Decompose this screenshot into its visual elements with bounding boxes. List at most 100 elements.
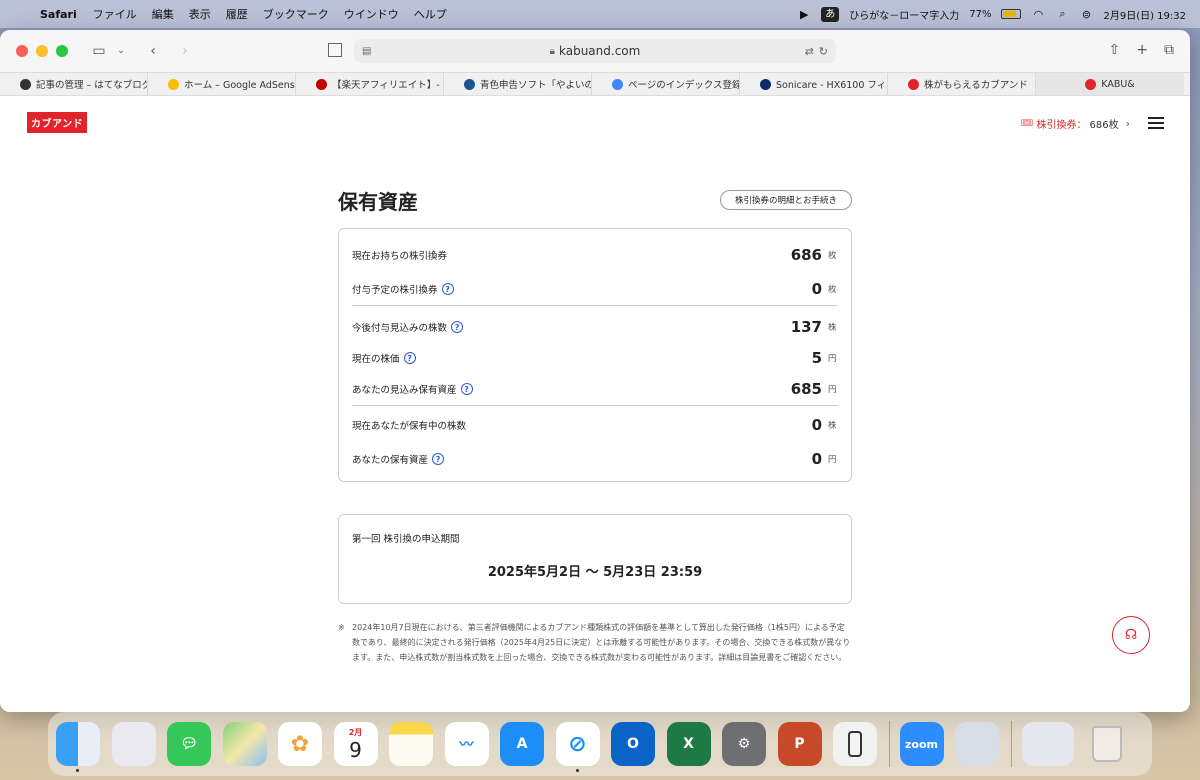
ime-badge[interactable]: あ [821,6,840,22]
launchpad-icon[interactable] [111,722,156,766]
powerpoint-icon[interactable]: P [777,722,822,766]
control-center-icon[interactable]: ⊜ [1079,8,1093,21]
page-menu-icon[interactable]: ▤ [362,46,371,57]
browser-toolbar: ▭ ⌄ ‹ › ▤ 🔒︎ kabuand.com ⇄ ↻ ⇧ + ⧉ [0,30,1190,72]
hamburger-menu-icon[interactable] [1148,114,1164,132]
dock: 💬︎ ✿ 2月 9 〰 A ⊘ O X ⚙︎ P zoom [48,712,1152,776]
favicon-icon [1085,78,1097,90]
favicon-icon [760,78,771,90]
url-text[interactable]: kabuand.com [559,44,640,58]
preview-icon[interactable] [955,722,999,766]
new-tab-icon[interactable]: + [1136,42,1148,58]
page-title: 保有資産 [338,190,418,214]
bookmark-item[interactable]: 青色申告ソフト「やよいの… [444,73,592,95]
zoom-icon[interactable]: zoom [899,722,944,766]
sidebar-icon[interactable]: ▭ [90,43,108,59]
menu-history[interactable]: 履歴 [226,6,248,22]
bookmark-label: ホーム – Google AdSense [184,80,296,91]
play-circle-icon[interactable]: ▶ [797,8,811,21]
search-icon[interactable]: ⌕ [1055,7,1069,20]
reload-icon[interactable]: ↻ [819,45,828,58]
photos-icon[interactable]: ✿ [278,722,322,766]
outlook-icon[interactable]: O [611,722,655,766]
calendar-icon[interactable]: 2月 9 [333,722,378,766]
asset-row: 付与予定の株引換券? 0 枚 [352,275,838,303]
safari-icon[interactable]: ⊘ [555,722,600,772]
address-bar[interactable]: ▤ 🔒︎ kabuand.com ⇄ ↻ [354,39,836,63]
help-icon[interactable]: ? [403,352,416,364]
tab-label: KABU& [1101,78,1135,90]
help-icon[interactable]: ? [441,283,454,295]
menu-window[interactable]: ウインドウ [344,6,399,22]
menu-view[interactable]: 表示 [189,6,211,22]
divider [352,405,838,406]
bookmark-item[interactable]: 【楽天アフィリエイト】- レ… [296,73,444,95]
tab-kabuand[interactable]: KABU& [1036,73,1184,95]
wifi-icon[interactable]: ◠ [1031,8,1045,21]
minimize-window-button[interactable] [36,45,48,57]
asset-row: あなたの保有資産? 0 円 [352,445,838,473]
chevron-down-icon[interactable]: ⌄ [112,46,130,56]
application-period-card: 第一回 株引換の申込期間 2025年5月2日 〜 5月23日 23:59 [338,514,852,604]
asset-row-value: 5 [811,349,822,367]
divider [352,305,838,306]
zoom-window-button[interactable] [56,45,68,57]
asset-row-unit: 株 [828,421,837,431]
translate-icon[interactable]: ⇄ [805,45,814,58]
asset-row-label: 現在の株価 [352,354,400,365]
menu-app-name[interactable]: Safari [40,8,77,21]
asset-row-unit: 円 [828,385,837,395]
menu-file[interactable]: ファイル [93,6,137,22]
freeform-icon[interactable]: 〰 [444,722,489,766]
menu-bookmarks[interactable]: ブックマーク [263,6,329,22]
menu-edit[interactable]: 編集 [152,6,174,22]
ime-label[interactable]: ひらがな－ローマ字入力 [849,7,959,22]
footnote: ※ 2024年10月7日現在における、第三者評価機関によるカブアンド種類株式の評… [338,620,852,665]
calendar-day: 9 [349,737,362,762]
iphone-mirroring-icon[interactable] [833,722,877,766]
menu-help[interactable]: ヘルプ [414,6,447,22]
maps-icon[interactable] [222,722,267,766]
asset-row-label: 現在あなたが保有中の株数 [352,421,467,432]
tab-overview-icon[interactable]: ⧉ [1164,42,1174,58]
trash-icon[interactable] [1085,722,1129,766]
close-window-button[interactable] [16,45,28,57]
help-icon[interactable]: ? [432,453,445,465]
coupon-count-link[interactable]: 🎟︎ 株引換券： 686枚 › [1021,116,1130,131]
dock-separator-2 [1010,721,1012,767]
help-icon[interactable]: ? [460,383,473,395]
bookmark-label: 【楽天アフィリエイト】- レ… [332,80,443,91]
help-icon[interactable]: ? [451,321,464,333]
site-logo[interactable]: カブアンド [27,112,88,133]
asset-row-label: 今後付与見込みの株数 [352,323,448,334]
excel-icon[interactable]: X [666,722,711,766]
messages-icon[interactable]: 💬︎ [167,722,211,766]
forward-button[interactable]: › [176,43,194,59]
finder-icon[interactable] [56,722,100,772]
notes-icon[interactable] [389,722,433,766]
asset-row-label: 付与予定の株引換券 [352,285,438,296]
back-button[interactable]: ‹ [144,43,162,59]
app-store-icon[interactable]: A [500,722,544,766]
share-icon[interactable]: ⇧ [1109,42,1121,58]
window-controls [0,45,68,57]
battery-icon[interactable] [1001,9,1022,19]
asset-row-unit: 株 [828,323,837,333]
asset-row-value: 0 [811,416,822,434]
support-headset-button[interactable]: ☊ [1112,616,1150,654]
menubar-clock[interactable]: 2月9日(日) 19:32 [1103,7,1186,22]
favicon-icon [316,78,327,90]
bookmark-item[interactable]: ページのインデックス登録 [592,73,740,95]
favicon-icon [168,78,179,90]
bookmark-item[interactable]: 記事の管理 – はてなブログ [0,73,148,95]
coupon-label: 株引換券： [1036,119,1087,131]
system-settings-icon[interactable]: ⚙︎ [722,722,766,766]
bookmark-item[interactable]: 株がもらえるカブアンド [888,73,1036,95]
bookmark-label: 株がもらえるカブアンド [924,80,1028,91]
downloads-stack-icon[interactable] [1021,722,1074,766]
qr-extension-icon[interactable] [328,43,342,57]
asset-row-label: あなたの保有資産 [352,455,429,466]
coupon-detail-button[interactable]: 株引換券の明細とお手続き [719,190,852,210]
bookmark-item[interactable]: Sonicare - HX6100 フィ… [740,73,888,95]
bookmark-item[interactable]: ホーム – Google AdSense [148,73,296,95]
